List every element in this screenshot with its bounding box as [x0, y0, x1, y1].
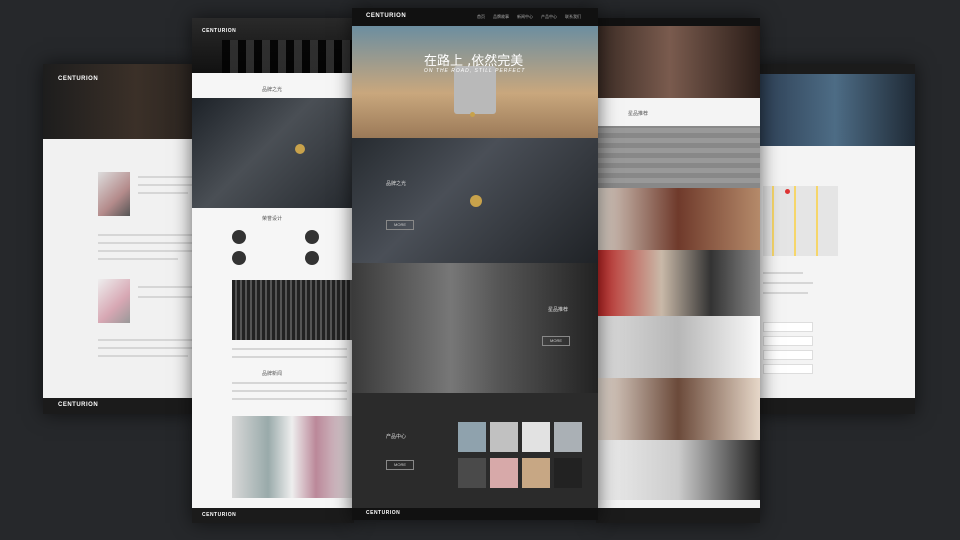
design-title: 荣誉设计 [262, 216, 283, 222]
far-left-page-mockup: CENTURION CENTURION [43, 64, 198, 414]
intro-title: 品牌之光 [262, 87, 283, 93]
gallery-image [232, 416, 352, 498]
hero-subtitle: ON THE ROAD, STILL PERFECT [424, 68, 526, 74]
right-page-mockup: 星品推荐 [596, 18, 760, 523]
center-page-mockup: CENTURION 首页 品牌故事 新闻中心 产品中心 联系我们 在路上 ,依然… [352, 8, 598, 520]
nav-item-news[interactable]: 新闻中心 [517, 14, 533, 20]
brand-section-title: 品牌之光 [386, 181, 407, 187]
product-tile-2[interactable] [490, 422, 518, 452]
honor-icon-2 [305, 230, 319, 244]
hero-title: 在路上 ,依然完美 [424, 54, 524, 69]
brand-logo[interactable]: CENTURION [58, 76, 98, 82]
honor-icon-3 [232, 251, 246, 265]
far-right-nav [755, 64, 915, 74]
play-button-icon[interactable] [470, 195, 482, 207]
footer-logo: CENTURION [366, 510, 401, 516]
product-tile-8[interactable] [554, 458, 582, 488]
star-photo-2 [596, 188, 760, 250]
building-image [232, 280, 352, 340]
right-footer [596, 508, 760, 523]
far-right-header-image [755, 74, 915, 146]
star-more-button[interactable]: MORE [542, 336, 570, 346]
product-tile-1[interactable] [458, 422, 486, 452]
news-thumb-2 [98, 279, 130, 323]
contact-input-2[interactable] [763, 336, 813, 346]
nav-item-products[interactable]: 产品中心 [541, 14, 557, 20]
star-section-image [352, 263, 598, 393]
brand-logo[interactable]: CENTURION [202, 28, 236, 34]
footer-logo: CENTURION [58, 402, 99, 408]
contact-input-3[interactable] [763, 350, 813, 360]
star-section-title: 星品推荐 [548, 307, 569, 313]
contact-input-1[interactable] [763, 322, 813, 332]
nav-item-home[interactable]: 首页 [477, 14, 485, 20]
product-section-title: 产品中心 [386, 434, 407, 440]
hero-prev-dot[interactable] [470, 112, 475, 117]
map-pin-icon [785, 189, 790, 194]
brand-more-button[interactable]: MORE [386, 220, 414, 230]
star-title: 星品推荐 [628, 111, 649, 117]
left-page-mockup: CENTURION 品牌之光 荣誉设计 品牌新闻 CENTURION [192, 18, 354, 523]
product-tile-6[interactable] [490, 458, 518, 488]
star-photo-3 [596, 250, 760, 316]
play-button-icon[interactable] [295, 144, 305, 154]
honor-icon-4 [305, 251, 319, 265]
far-right-footer [755, 398, 915, 414]
map-image[interactable] [763, 186, 838, 256]
star-photo-6 [596, 440, 760, 500]
brand-news-title: 品牌新闻 [262, 371, 283, 377]
honor-icon-1 [232, 230, 246, 244]
nav-item-brand[interactable]: 品牌故事 [493, 14, 509, 20]
news-thumb-1 [98, 172, 130, 216]
star-photo-4 [596, 316, 760, 378]
product-tile-7[interactable] [522, 458, 550, 488]
silhouettes-image [222, 40, 352, 73]
nav-item-contact[interactable]: 联系我们 [565, 14, 581, 20]
main-nav: 首页 品牌故事 新闻中心 产品中心 联系我们 [477, 14, 581, 20]
product-tile-5[interactable] [458, 458, 486, 488]
product-tile-3[interactable] [522, 422, 550, 452]
footer-logo: CENTURION [202, 512, 237, 518]
product-tile-4[interactable] [554, 422, 582, 452]
contact-input-4[interactable] [763, 364, 813, 374]
far-right-page-mockup [755, 64, 915, 414]
right-top-nav [596, 18, 760, 26]
star-photo-1 [596, 126, 760, 188]
brand-logo[interactable]: CENTURION [366, 13, 406, 19]
celebrity-banner-image [596, 26, 760, 98]
brand-intro-image [192, 98, 354, 208]
star-photo-5 [596, 378, 760, 440]
product-more-button[interactable]: MORE [386, 460, 414, 470]
